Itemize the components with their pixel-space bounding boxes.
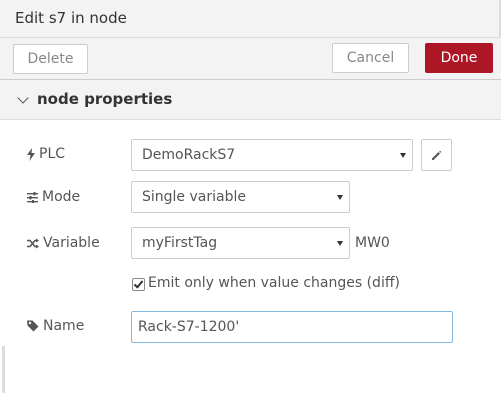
edit-plc-button[interactable] bbox=[421, 139, 452, 171]
plc-select-value: DemoRackS7 bbox=[142, 147, 236, 163]
name-input[interactable] bbox=[131, 311, 453, 343]
name-label: Name bbox=[27, 315, 84, 337]
done-button[interactable]: Done bbox=[425, 43, 493, 73]
dropdown-arrow-icon bbox=[400, 153, 406, 158]
mode-select-value: Single variable bbox=[142, 189, 246, 205]
variable-label-text: Variable bbox=[43, 235, 100, 251]
plc-label: PLC bbox=[27, 143, 65, 165]
dropdown-arrow-icon bbox=[337, 195, 343, 200]
sliders-icon bbox=[27, 191, 38, 203]
dropdown-arrow-icon bbox=[337, 241, 343, 246]
plc-label-text: PLC bbox=[39, 146, 66, 162]
dialog-title: Edit s7 in node bbox=[15, 9, 127, 27]
shuffle-icon bbox=[27, 238, 39, 248]
chevron-down-icon bbox=[17, 92, 29, 104]
bolt-icon bbox=[27, 147, 35, 161]
mode-select[interactable]: Single variable bbox=[131, 181, 350, 213]
variable-select-value: myFirstTag bbox=[142, 235, 218, 251]
plc-select[interactable]: DemoRackS7 bbox=[131, 139, 413, 171]
tag-icon bbox=[27, 320, 39, 332]
delete-button[interactable]: Delete bbox=[13, 44, 88, 74]
mode-label-text: Mode bbox=[42, 189, 81, 205]
name-label-text: Name bbox=[43, 318, 85, 334]
dialog-toolbar: Delete Cancel Done bbox=[0, 38, 501, 80]
cancel-button[interactable]: Cancel bbox=[332, 43, 409, 73]
variable-label: Variable bbox=[27, 232, 100, 254]
diff-checkbox-label[interactable]: Emit only when value changes (diff) bbox=[148, 275, 400, 291]
node-properties-section-header[interactable]: node properties bbox=[0, 80, 501, 120]
section-title: node properties bbox=[37, 90, 173, 108]
diff-checkbox[interactable] bbox=[132, 278, 145, 291]
dialog-header: Edit s7 in node bbox=[0, 0, 501, 38]
variable-select[interactable]: myFirstTag bbox=[131, 227, 350, 259]
panel-scroll-edge bbox=[2, 346, 5, 393]
mode-label: Mode bbox=[27, 186, 80, 208]
variable-address: MW0 bbox=[355, 235, 390, 251]
pencil-icon bbox=[432, 150, 442, 160]
